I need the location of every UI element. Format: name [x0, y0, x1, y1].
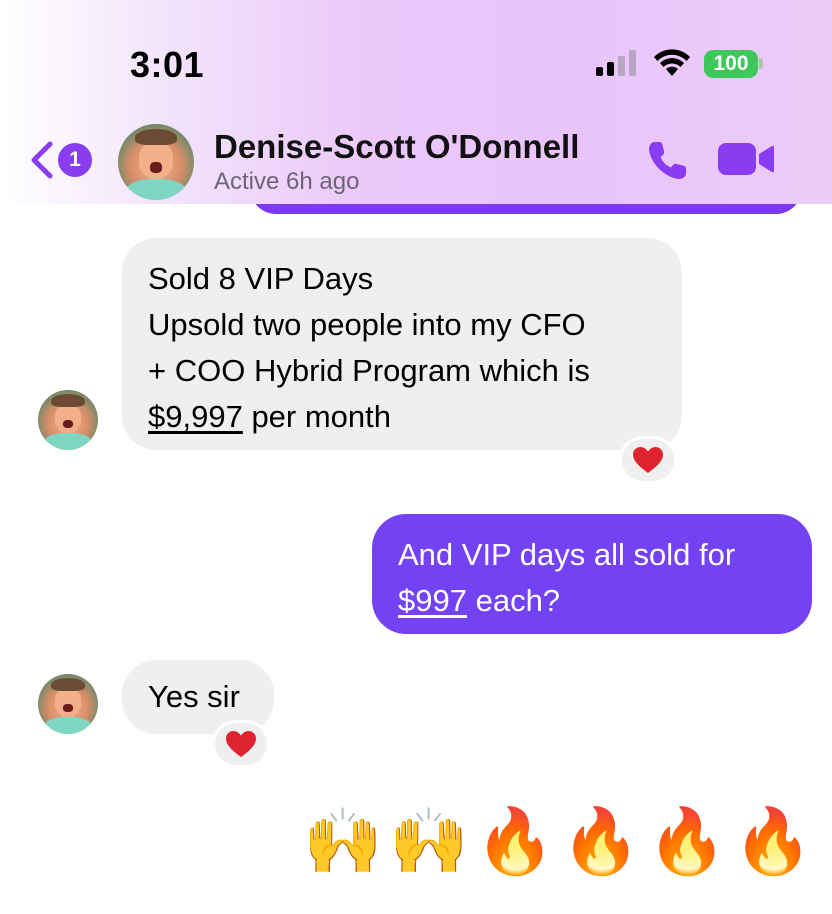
- status-time: 3:01: [130, 44, 205, 85]
- price-link[interactable]: $997: [398, 583, 467, 618]
- video-icon[interactable]: [716, 140, 776, 178]
- battery-nub: [759, 58, 763, 69]
- message-line: $9,997 per month: [148, 394, 656, 440]
- back-button[interactable]: 1: [28, 140, 92, 180]
- sender-avatar[interactable]: [38, 674, 98, 734]
- message-text: Yes sir: [148, 679, 240, 714]
- incoming-message-bubble[interactable]: Sold 8 VIP Days Upsold two people into m…: [122, 238, 682, 450]
- fire-emoji: 🔥: [733, 805, 813, 879]
- message-line: And VIP days all sold for: [398, 537, 736, 572]
- message-line: $997 each?: [398, 578, 786, 624]
- message-text: each?: [466, 583, 561, 618]
- message-text: per month: [242, 399, 392, 434]
- outgoing-message-bubble[interactable]: And VIP days all sold for $997 each?: [372, 514, 812, 634]
- unread-badge: 1: [58, 143, 92, 177]
- message-line: Upsold two people into my CFO: [148, 307, 586, 342]
- message-line: + COO Hybrid Program which is: [148, 353, 590, 388]
- raising-hands-emoji: 🙌: [389, 805, 469, 879]
- heart-icon: [633, 447, 663, 473]
- message-line: Sold 8 VIP Days: [148, 261, 374, 296]
- battery-icon: 100: [704, 50, 758, 78]
- cellular-signal-icon: [596, 50, 636, 76]
- contact-name[interactable]: Denise-Scott O'Donnell: [214, 128, 579, 166]
- fire-emoji: 🔥: [561, 805, 641, 879]
- fire-emoji: 🔥: [647, 805, 727, 879]
- chat-header: 3:01 100 1 Denise-Scott O'Donnell Active…: [0, 0, 832, 204]
- price-link[interactable]: $9,997: [148, 399, 243, 434]
- heart-reaction[interactable]: [619, 436, 677, 484]
- raising-hands-emoji: 🙌: [303, 805, 383, 879]
- sender-avatar[interactable]: [38, 390, 98, 450]
- fire-emoji: 🔥: [475, 805, 555, 879]
- heart-icon: [226, 731, 256, 757]
- contact-avatar[interactable]: [118, 124, 194, 200]
- emoji-message[interactable]: 🙌 🙌 🔥 🔥 🔥 🔥: [303, 800, 813, 884]
- phone-icon[interactable]: [644, 136, 692, 184]
- back-chevron-icon: [31, 141, 53, 179]
- active-status: Active 6h ago: [214, 168, 360, 195]
- wifi-icon: [654, 49, 690, 76]
- heart-reaction[interactable]: [212, 720, 270, 768]
